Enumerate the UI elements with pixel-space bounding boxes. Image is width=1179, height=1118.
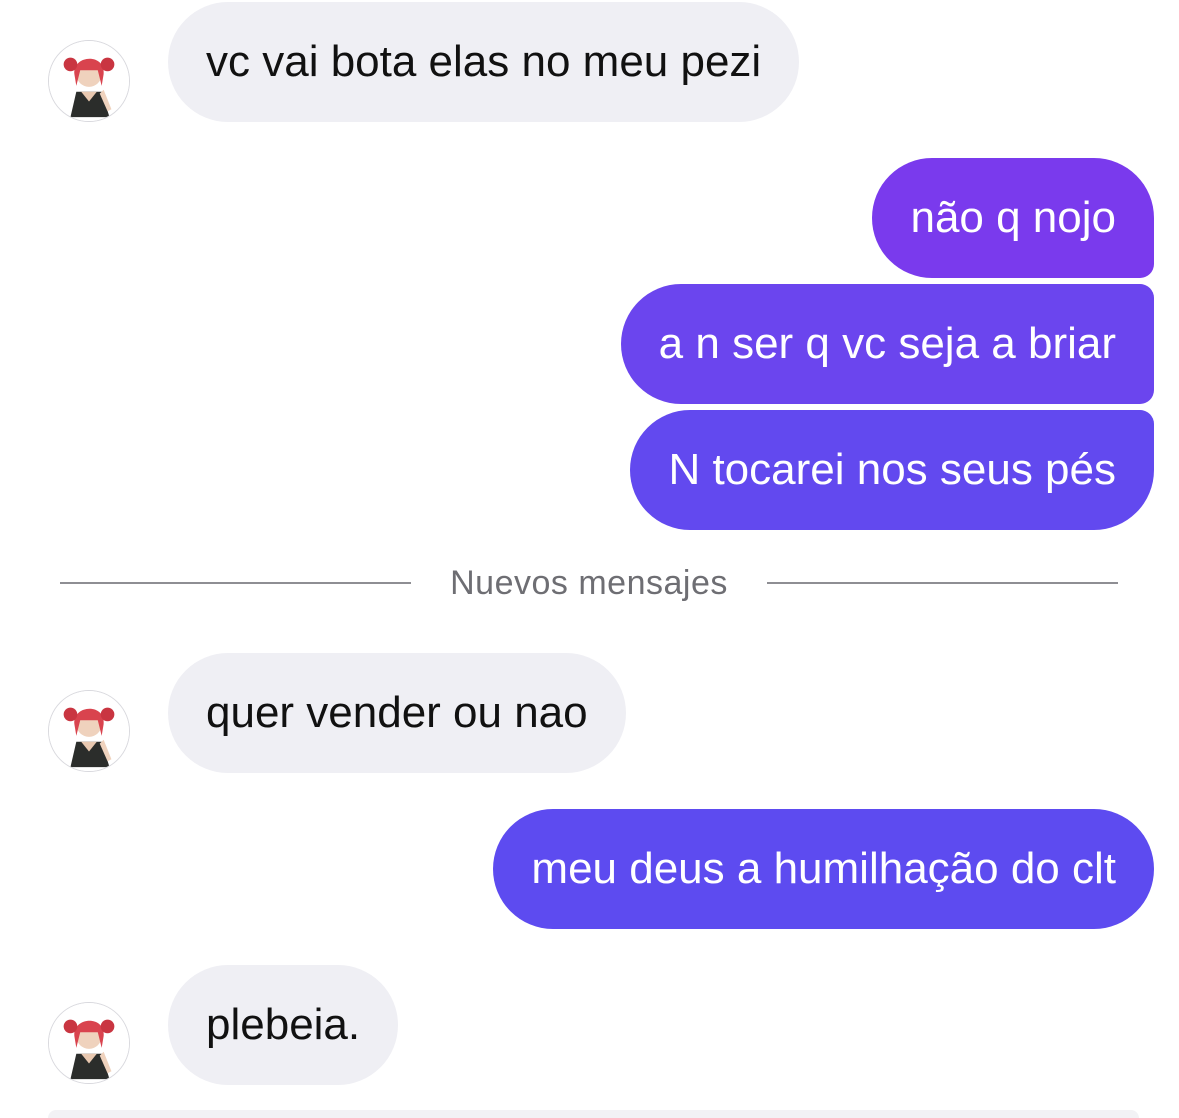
message-bubble-outgoing[interactable]: não q nojo [872,158,1154,278]
sender-avatar-icon[interactable] [48,690,130,772]
composer-edge [48,1110,1139,1118]
message-bubble-outgoing[interactable]: N tocarei nos seus pés [630,410,1154,530]
message-bubble-outgoing[interactable]: a n ser q vc seja a briar [620,284,1154,404]
message-bubble-incoming[interactable]: quer vender ou nao [168,653,626,773]
chat-thread: vc vai bota elas no meu pezi não q nojo … [0,0,1179,1118]
message-bubble-incoming[interactable]: plebeia. [168,965,399,1085]
divider-line-left [60,582,411,584]
sender-avatar-icon[interactable] [48,1002,130,1084]
message-bubble-incoming[interactable]: vc vai bota elas no meu pezi [168,2,800,122]
new-messages-divider: Nuevos mensajes [60,555,1118,611]
divider-label: Nuevos mensajes [450,564,728,602]
divider-line-right [767,582,1118,584]
message-bubble-outgoing[interactable]: meu deus a humilhação do clt [493,809,1154,929]
sender-avatar-icon[interactable] [48,40,130,122]
